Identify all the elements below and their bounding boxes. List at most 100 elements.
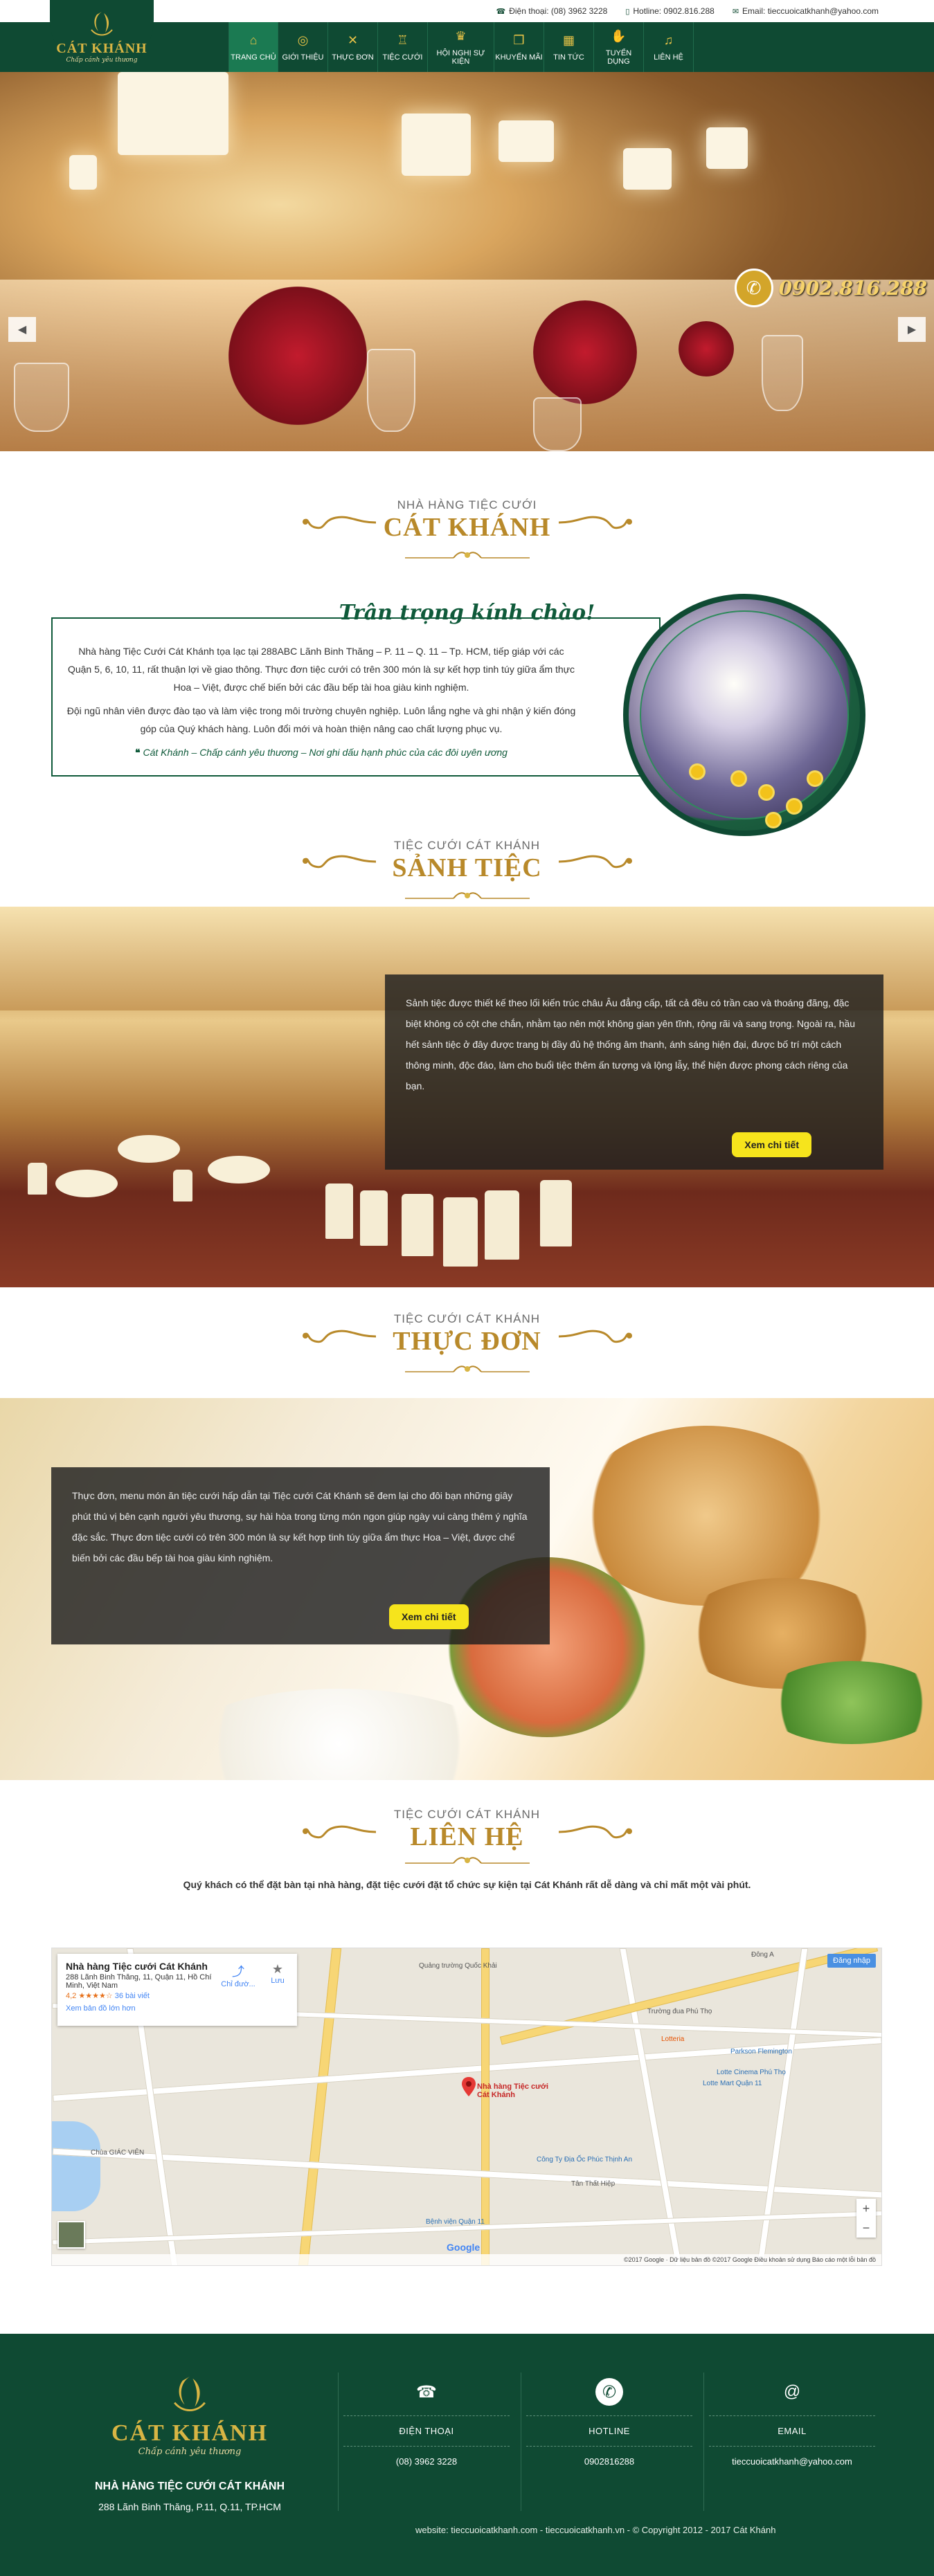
blossom xyxy=(760,786,773,799)
nav-khuyen-mai[interactable]: ❒ KHUYẾN MÃI xyxy=(494,22,544,72)
hall-table xyxy=(55,1170,118,1197)
topbar-phone[interactable]: ☎ Điện thoại: (08) 3962 3228 xyxy=(496,6,608,16)
about-quote: ❝ Cát Khánh – Chấp cánh yêu thương – Nơi… xyxy=(66,743,576,761)
hall-detail-button[interactable]: Xem chi tiết xyxy=(732,1132,811,1157)
hero-glass xyxy=(533,397,582,451)
map-pin-icon[interactable] xyxy=(462,2077,476,2096)
hall-banner: Sảnh tiệc được thiết kế theo lối kiến tr… xyxy=(0,907,934,1287)
footer-company-name: NHÀ HÀNG TIỆC CƯỚI CÁT KHÁNH xyxy=(94,2480,285,2492)
footer-email-value[interactable]: tieccuoicatkhanh@yahoo.com xyxy=(709,2456,875,2467)
nav-tuyen-dung[interactable]: ✋ TUYỂN DỤNG xyxy=(594,22,644,72)
footer-phone-value[interactable]: (08) 3962 3228 xyxy=(343,2456,510,2467)
map-road xyxy=(52,2211,881,2245)
zoom-out-icon[interactable]: − xyxy=(863,2221,870,2235)
flourish-right-icon xyxy=(558,516,632,529)
directions-icon: ⤴ xyxy=(232,1965,244,1979)
about-heading: NHÀ HÀNG TIỆC CƯỚI CÁT KHÁNH xyxy=(0,451,934,568)
hall-chair xyxy=(540,1180,572,1246)
mail-icon: ✉ xyxy=(732,7,739,16)
map-rating-row: 4,2 ★★★★☆ 36 bài viết xyxy=(66,1991,289,2000)
star-outline-icon: ★ xyxy=(271,1962,284,1976)
nav-tin-tuc[interactable]: ▦ TIN TỨC xyxy=(544,22,594,72)
map-save-button[interactable]: ★ Lưu xyxy=(265,1962,290,1985)
map-directions-button[interactable]: ⤴ Chỉ đườ... xyxy=(221,1962,255,1988)
map-water xyxy=(52,2121,100,2211)
hall-table xyxy=(118,1135,180,1163)
footer-logo-emblem-icon xyxy=(174,2376,206,2411)
footer-dashed-line xyxy=(526,2446,692,2447)
nav-tiec-cuoi[interactable]: ♖ TIỆC CƯỚI xyxy=(378,22,428,72)
nav-label: TIỆC CƯỚI xyxy=(382,53,423,62)
map-label: Parkson Flemington xyxy=(730,2048,792,2056)
hall-chair xyxy=(402,1194,433,1256)
footer-logo-subtitle: Chấp cánh yêu thương xyxy=(138,2447,242,2457)
nav-trang-chu[interactable]: ⌂ TRANG CHỦ xyxy=(228,22,278,72)
flourish-right-icon xyxy=(558,1330,632,1343)
footer: CÁT KHÁNH Chấp cánh yêu thương NHÀ HÀNG … xyxy=(0,2334,934,2576)
hero-flower xyxy=(533,300,637,404)
map-info-card: Nhà hàng Tiệc cưới Cát Khánh 288 Lãnh Bi… xyxy=(57,1954,297,2026)
map-road xyxy=(298,1948,342,2265)
footer-hotline-value[interactable]: 0902816288 xyxy=(526,2456,692,2467)
map-larger-link[interactable]: Xem bản đồ lớn hơn xyxy=(66,2004,289,2013)
hero-flower xyxy=(679,321,734,377)
map-zoom-control[interactable]: + − xyxy=(856,2199,876,2238)
map-label: Trường đua Phú Thọ xyxy=(647,2008,712,2015)
phone-circle-icon: ✆ xyxy=(595,2378,623,2406)
map-label: Đông A xyxy=(751,1951,774,1959)
hall-heading-sup: TIỆC CƯỚI CÁT KHÁNH xyxy=(393,839,541,852)
menu-heading-title: THỰC ĐƠN xyxy=(393,1327,541,1356)
map-label: Lotte Mart Quận 11 xyxy=(703,2080,762,2087)
footer-hotline-label: HOTLINE xyxy=(589,2426,630,2436)
hero-hotline[interactable]: ✆ 0902.816.288 xyxy=(734,269,934,307)
nav-thuc-don[interactable]: ✕ THỰC ĐƠN xyxy=(328,22,378,72)
zoom-in-icon[interactable]: + xyxy=(863,2202,870,2216)
nav-gioi-thieu[interactable]: ◎ GIỚI THIỆU xyxy=(278,22,328,72)
hall-chair xyxy=(485,1190,519,1260)
footer-dashed-line xyxy=(709,2415,875,2416)
google-logo: Google xyxy=(447,2242,481,2253)
blossom xyxy=(733,772,745,785)
nav-label: LIÊN HỆ xyxy=(654,53,683,62)
map-satellite-thumbnail[interactable] xyxy=(57,2221,85,2249)
blossom xyxy=(809,772,821,785)
about-box: Nhà hàng Tiệc Cưới Cát Khánh tọa lạc tại… xyxy=(51,617,661,777)
logo-subtitle: Chấp cánh yêu thương xyxy=(66,56,138,64)
nav-label: KHUYẾN MÃI xyxy=(495,53,543,62)
footer-logo-title: CÁT KHÁNH xyxy=(111,2420,269,2446)
topbar-email[interactable]: ✉ Email: tieccuoicatkhanh@yahoo.com xyxy=(733,6,879,16)
map-rating: 4,2 xyxy=(66,1992,77,2000)
food-vegetable xyxy=(762,1661,934,1744)
google-map[interactable]: Nhà hàng Tiệc cưới Cát Khánh 288 Lãnh Bi… xyxy=(51,1948,882,2266)
flourish-right-icon xyxy=(558,855,632,869)
map-reviews-link[interactable]: 36 bài viết xyxy=(115,1992,150,2000)
hall-chair xyxy=(173,1170,192,1201)
map-label: Lotte Cinema Phú Thọ xyxy=(717,2069,786,2076)
map-label: Lotteria xyxy=(661,2035,685,2043)
telephone-icon: ☎ xyxy=(416,2382,437,2402)
nav-hoi-nghi[interactable]: ♛ HỘI NGHỊ SỰ KIỆN xyxy=(428,22,494,72)
menu-detail-button[interactable]: Xem chi tiết xyxy=(389,1604,469,1629)
footer-phone-label: ĐIỆN THOẠI xyxy=(399,2426,454,2436)
hall-heading: TIỆC CƯỚI CÁT KHÁNH SẢNH TIỆC xyxy=(0,810,934,907)
footer-brand: CÁT KHÁNH Chấp cánh yêu thương NHÀ HÀNG … xyxy=(64,2373,316,2512)
map-road xyxy=(52,2148,881,2199)
footer-hotline: ✆ HOTLINE 0902816288 xyxy=(526,2378,692,2467)
logo-emblem-icon xyxy=(91,11,113,35)
map-label: Công Ty Địa Ốc Phúc Thịnh An xyxy=(537,2156,633,2164)
hero-candle xyxy=(69,155,97,190)
topbar-hotline[interactable]: ▯ Hotline: 0902.816.288 xyxy=(625,6,715,16)
slider-next-button[interactable]: ▶ xyxy=(898,317,926,342)
topbar: ☎ Điện thoại: (08) 3962 3228 ▯ Hotline: 09… xyxy=(496,4,879,18)
map-expand-button[interactable]: Đăng nhập xyxy=(827,1954,876,1968)
blossom xyxy=(691,765,703,778)
hall-chair xyxy=(325,1183,353,1239)
flourish-left-icon xyxy=(302,1825,376,1839)
nav-label: TUYỂN DỤNG xyxy=(605,49,632,66)
phone-icon: ✆ xyxy=(734,269,773,307)
mobile-icon: ▯ xyxy=(625,7,630,16)
hero-glass xyxy=(367,349,415,432)
slider-prev-button[interactable]: ◀ xyxy=(8,317,36,342)
nav-lien-he[interactable]: ♫ LIÊN HỆ xyxy=(644,22,694,72)
food-plate xyxy=(180,1689,499,1780)
